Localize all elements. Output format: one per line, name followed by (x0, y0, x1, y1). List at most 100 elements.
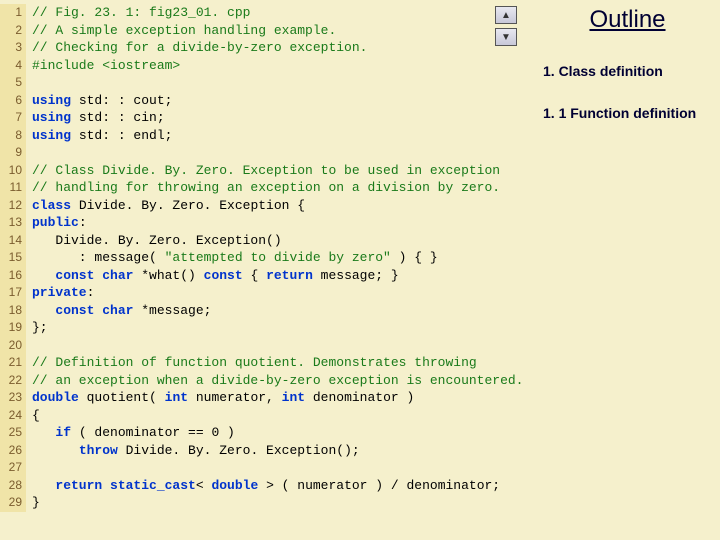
code-token: // A simple exception handling example. (32, 23, 336, 38)
line-number: 9 (0, 144, 26, 162)
line-number: 3 (0, 39, 26, 57)
code-token (32, 425, 55, 440)
code-content: // Checking for a divide-by-zero excepti… (26, 39, 367, 57)
code-token: : (79, 215, 87, 230)
code-token (32, 478, 55, 493)
code-content: } (26, 494, 40, 512)
code-token: Divide. By. Zero. Exception(); (118, 443, 360, 458)
outline-item-function-definition[interactable]: 1. 1 Function definition (543, 104, 712, 122)
code-token: const (204, 268, 243, 283)
line-number: 23 (0, 389, 26, 407)
code-content: // Definition of function quotient. Demo… (26, 354, 477, 372)
nav-down-button[interactable]: ▼ (495, 28, 517, 46)
code-token: int (165, 390, 188, 405)
code-token: double (32, 390, 79, 405)
code-token: } (32, 495, 40, 510)
code-content: // Class Divide. By. Zero. Exception to … (26, 162, 500, 180)
nav-buttons: ▲ ▼ (495, 6, 517, 46)
code-token: ) { } (391, 250, 438, 265)
line-number: 4 (0, 57, 26, 75)
outline-title: Outline (543, 6, 712, 34)
code-content: double quotient( int numerator, int deno… (26, 389, 414, 407)
code-token: using (32, 93, 71, 108)
code-content: }; (26, 319, 48, 337)
code-token (32, 268, 55, 283)
code-token: > ( numerator ) / denominator; (258, 478, 500, 493)
code-content (26, 337, 32, 355)
code-token: // handling for throwing an exception on… (32, 180, 500, 195)
code-content: #include <iostream> (26, 57, 180, 75)
code-content: if ( denominator == 0 ) (26, 424, 235, 442)
code-content: return static_cast< double > ( numerator… (26, 477, 500, 495)
code-content: throw Divide. By. Zero. Exception(); (26, 442, 360, 460)
outline-item-class-definition[interactable]: 1. Class definition (543, 62, 712, 80)
code-token: std: : cin; (71, 110, 165, 125)
code-token: const char (55, 303, 133, 318)
code-content: Divide. By. Zero. Exception() (26, 232, 282, 250)
line-number: 14 (0, 232, 26, 250)
code-content: using std: : endl; (26, 127, 172, 145)
code-content (26, 459, 32, 477)
line-number: 16 (0, 267, 26, 285)
line-number: 11 (0, 179, 26, 197)
code-token: std: : cout; (71, 93, 172, 108)
nav-up-button[interactable]: ▲ (495, 6, 517, 24)
line-number: 18 (0, 302, 26, 320)
code-token: // Definition of function quotient. Demo… (32, 355, 477, 370)
line-number: 17 (0, 284, 26, 302)
code-token: // Checking for a divide-by-zero excepti… (32, 40, 367, 55)
line-number: 19 (0, 319, 26, 337)
line-number: 10 (0, 162, 26, 180)
code-token: const char (55, 268, 133, 283)
line-number: 28 (0, 477, 26, 495)
line-number: 1 (0, 4, 26, 22)
line-number: 12 (0, 197, 26, 215)
code-token: *message; (133, 303, 211, 318)
line-number: 21 (0, 354, 26, 372)
code-content: class Divide. By. Zero. Exception { (26, 197, 305, 215)
code-token: // Fig. 23. 1: fig23_01. cpp (32, 5, 250, 20)
code-token: class (32, 198, 71, 213)
code-content: public: (26, 214, 87, 232)
line-number: 13 (0, 214, 26, 232)
code-token: return static_cast (55, 478, 195, 493)
code-token: public (32, 215, 79, 230)
line-number: 8 (0, 127, 26, 145)
line-number: 5 (0, 74, 26, 92)
code-token: std: : endl; (71, 128, 172, 143)
line-number: 15 (0, 249, 26, 267)
code-token: using (32, 110, 71, 125)
code-token: if (55, 425, 71, 440)
code-token: "attempted to divide by zero" (165, 250, 391, 265)
code-content: // Fig. 23. 1: fig23_01. cpp (26, 4, 250, 22)
code-token: }; (32, 320, 48, 335)
code-token: denominator ) (305, 390, 414, 405)
code-token: private (32, 285, 87, 300)
code-content: const char *message; (26, 302, 211, 320)
line-number: 24 (0, 407, 26, 425)
code-token: using (32, 128, 71, 143)
code-content (26, 74, 32, 92)
line-number: 7 (0, 109, 26, 127)
code-token: numerator, (188, 390, 282, 405)
code-token: #include <iostream> (32, 58, 180, 73)
code-token (32, 303, 55, 318)
code-token: ( denominator == 0 ) (71, 425, 235, 440)
code-token: // Class Divide. By. Zero. Exception to … (32, 163, 500, 178)
line-number: 27 (0, 459, 26, 477)
outline-sidebar: ▲ ▼ Outline 1. Class definition 1. 1 Fun… (535, 0, 720, 540)
code-content: // an exception when a divide-by-zero ex… (26, 372, 523, 390)
code-token: : (87, 285, 95, 300)
code-token: < (196, 478, 212, 493)
code-content (26, 144, 32, 162)
code-token: return (266, 268, 313, 283)
line-number: 26 (0, 442, 26, 460)
line-number: 25 (0, 424, 26, 442)
code-token: { (243, 268, 266, 283)
code-token: throw (79, 443, 118, 458)
code-token: : message( (32, 250, 165, 265)
line-number: 29 (0, 494, 26, 512)
code-token (32, 443, 79, 458)
code-token: Divide. By. Zero. Exception() (32, 233, 282, 248)
code-content: private: (26, 284, 94, 302)
